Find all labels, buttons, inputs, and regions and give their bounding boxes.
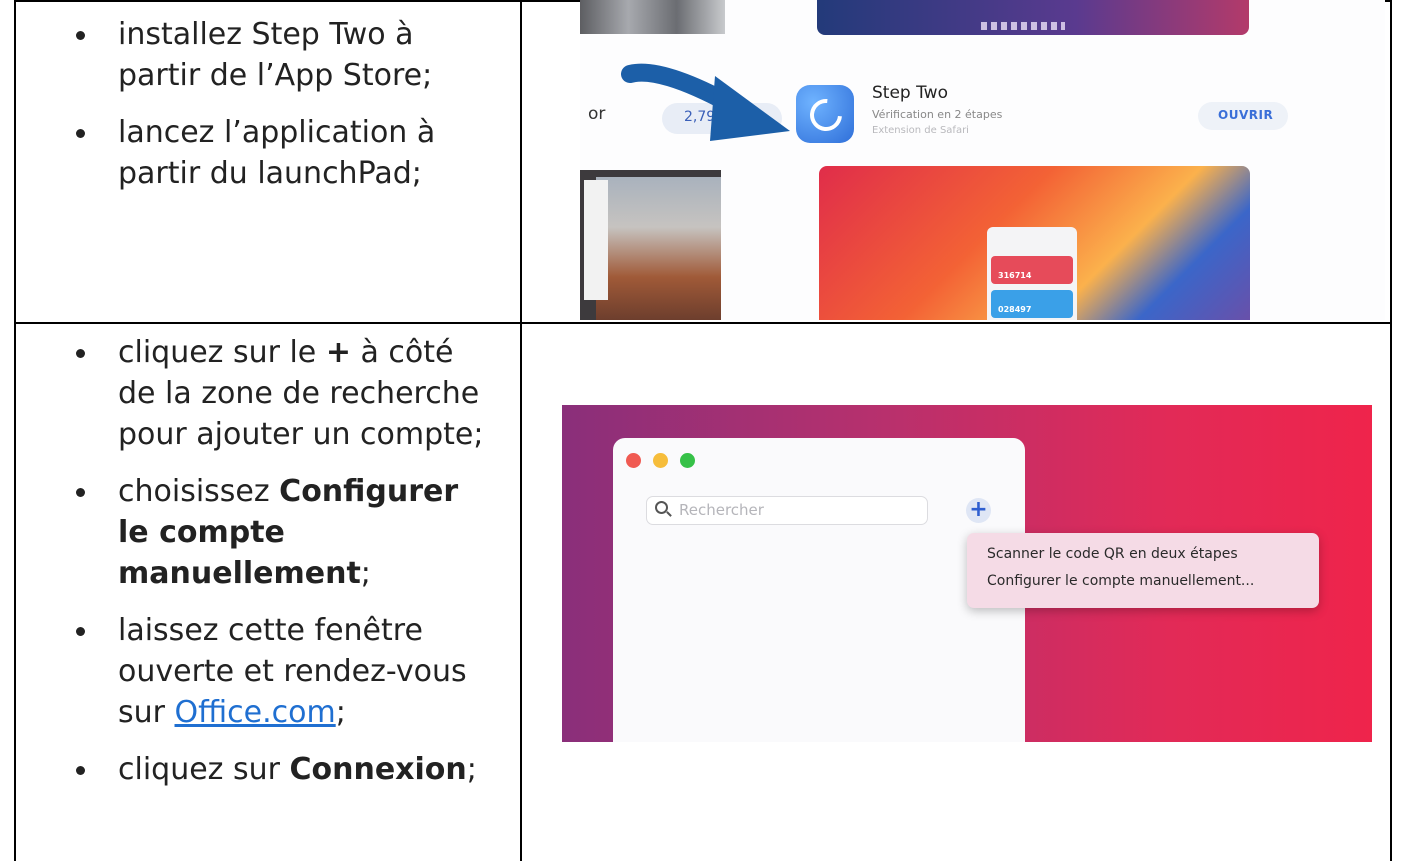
minimize-icon[interactable] — [653, 453, 668, 468]
bullet-icon — [76, 766, 85, 775]
step-two-window-screenshot: Rechercher + Scanner le code QR en deux … — [562, 405, 1372, 742]
row-2-text-cell: cliquez sur le + à côté de la zone de re… — [16, 332, 521, 790]
laptop-window — [584, 180, 608, 300]
app-name: Step Two — [872, 83, 948, 103]
list-item: choisissez Configurer le compte manuelle… — [16, 471, 498, 594]
dock-icons — [981, 22, 1065, 30]
office-link[interactable]: Office.com — [175, 695, 336, 730]
laptop-wallpaper — [596, 177, 721, 320]
menu-item-configure-manually[interactable]: Configurer le compte manuellement... — [987, 573, 1254, 589]
list-item: cliquez sur le + à côté de la zone de re… — [16, 332, 498, 455]
arrow-icon — [621, 63, 790, 141]
row-divider — [16, 322, 1390, 324]
app-store-screenshot: or 2,79 Step Two Vérification en 2 étape… — [580, 0, 1385, 320]
list-item: installez Step Two à partir de l’App Sto… — [16, 14, 436, 96]
list-item: lancez l’application à partir du launchP… — [16, 112, 436, 194]
bullet-icon — [76, 349, 85, 358]
bullet-icon — [76, 31, 85, 40]
hero-code-1: 316714 — [998, 271, 1032, 280]
row-1-text-cell: installez Step Two à partir de l’App Sto… — [16, 14, 521, 194]
app-window — [613, 438, 1025, 742]
search-placeholder: Rechercher — [679, 501, 764, 519]
add-account-button[interactable]: + — [966, 498, 991, 523]
bullet-icon — [76, 129, 85, 138]
partial-label: or — [588, 104, 606, 124]
thumbnail-image — [580, 0, 725, 34]
bullet-icon — [76, 488, 85, 497]
add-account-menu — [967, 533, 1319, 608]
list-item: cliquez sur Connexion; — [16, 749, 498, 790]
hero-code-2: 028497 — [998, 305, 1032, 314]
open-button-label: OUVRIR — [1218, 108, 1274, 122]
list-item: laissez cette fenêtre ouverte et rendez-… — [16, 610, 478, 733]
app-category: Extension de Safari — [872, 125, 969, 136]
close-icon[interactable] — [626, 453, 641, 468]
zoom-icon[interactable] — [680, 453, 695, 468]
app-subtitle: Vérification en 2 étapes — [872, 108, 1003, 121]
menu-item-scan-qr[interactable]: Scanner le code QR en deux étapes — [987, 546, 1238, 562]
bullet-icon — [76, 627, 85, 636]
